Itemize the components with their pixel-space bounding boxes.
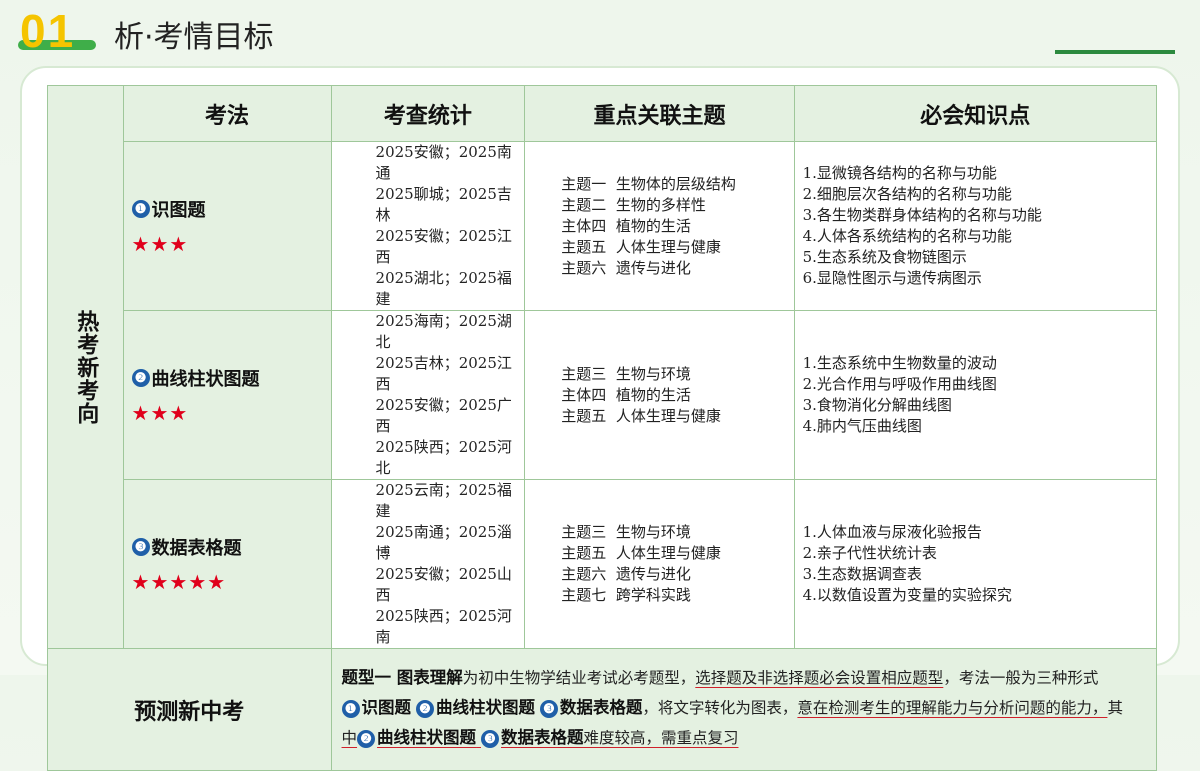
side-label: 热考新考向 [73,309,99,425]
question-type-cell: ❸ 数据表格题 ★★★★★ [122,479,332,649]
stats-cell: 2025云南；2025福建 2025南通；2025淄博 2025安徽；2025山… [330,479,526,649]
question-type-label: ❸ 数据表格题 [131,534,331,560]
number-badge: ❷ [131,369,150,387]
points-cell: 1.人体血液与尿液化验报告 2.亲子代性状统计表 3.生态数据调查表 4.以数值… [793,479,1158,649]
question-type-cell: ❷ 曲线柱状图题 ★★★ [122,310,332,480]
number-badge: ❷ [415,700,434,718]
prediction-label: 预测新中考 [134,699,245,725]
page-title: 析·考情目标 [114,20,274,55]
exam-analysis-table: 热考新考向 考法 考查统计 重点关联主题 必会知识点 ❶ 识图题 ★★★ 202… [47,85,1158,771]
col-header-stats: 考查统计 [330,85,526,142]
topics-cell: 主题三 生物与环境 主题五 人体生理与健康 主题六 遗传与进化 主题七 跨学科实… [524,479,795,649]
question-type-label: ❶ 识图题 [131,196,331,222]
difficulty-stars: ★★★★★ [131,570,227,594]
number-badge: ❸ [480,730,499,748]
prediction-label-cell: 预测新中考 [47,648,332,771]
col-header-points: 必会知识点 [793,85,1158,142]
points-cell: 1.生态系统中生物数量的波动 2.光合作用与呼吸作用曲线图 3.食物消化分解曲线… [793,310,1158,480]
section-number: 01 [20,5,76,57]
prediction-text-cell: 题型一 图表理解为初中生物学结业考试必考题型，选择题及非选择题必会设置相应题型，… [330,648,1158,771]
difficulty-stars: ★★★ [131,232,189,256]
stats-cell: 2025安徽；2025南通 2025聊城；2025吉林 2025安徽；2025江… [330,141,526,311]
number-badge: ❸ [539,700,558,718]
number-badge: ❷ [357,730,376,748]
topics-cell: 主题三 生物与环境 主体四 植物的生活 主题五 人体生理与健康 [524,310,795,480]
number-badge: ❸ [131,538,150,556]
stats-cell: 2025海南；2025湖北 2025吉林；2025江西 2025安徽；2025广… [330,310,526,480]
difficulty-stars: ★★★ [131,401,189,425]
topics-cell: 主题一 生物体的层级结构 主题二 生物的多样性 主体四 植物的生活 主题五 人体… [524,141,795,311]
col-header-method: 考法 [122,85,332,142]
number-badge: ❶ [131,200,150,218]
col-header-topics: 重点关联主题 [524,85,795,142]
question-type-label: ❷ 曲线柱状图题 [131,365,331,391]
prediction-line-3: 中 ❷ 曲线柱状图题 ❸ 数据表格题难度较高，需重点复习 [341,728,739,748]
side-label-cell: 热考新考向 [47,85,124,649]
question-type-cell: ❶ 识图题 ★★★ [122,141,332,311]
points-cell: 1.显微镜各结构的名称与功能 2.细胞层次各结构的名称与功能 3.各生物类群身体… [793,141,1158,311]
number-badge: ❶ [341,700,360,718]
header-divider [1055,50,1175,54]
prediction-line-2: ❶ 识图题 ❷ 曲线柱状图题 ❸ 数据表格题，将文字转化为图表，意在检测考生的理解能力… [341,693,1146,723]
prediction-line-1: 题型一 图表理解为初中生物学结业考试必考题型，选择题及非选择题必会设置相应题型，… [341,668,1099,687]
